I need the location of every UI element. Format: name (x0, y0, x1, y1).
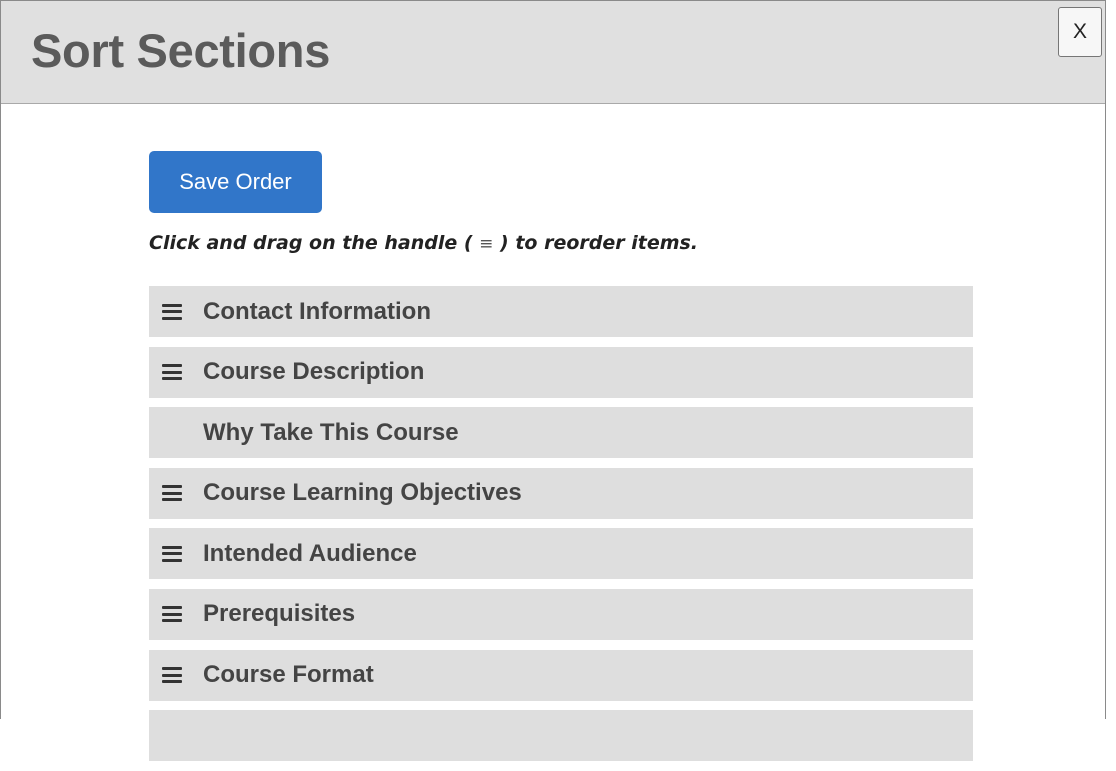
drag-handle-bar (162, 606, 182, 610)
drag-handle-bar (162, 558, 182, 562)
drag-handle-bar (162, 316, 182, 320)
drag-handle-bar (162, 680, 182, 684)
drag-handle-bar (162, 377, 182, 381)
section-item-label: Course Description (203, 358, 425, 386)
drag-handle-icon[interactable] (162, 667, 182, 684)
drag-handle-icon[interactable] (162, 303, 182, 320)
drag-handle-icon[interactable] (162, 545, 182, 562)
drag-handle-bar (162, 673, 182, 677)
section-item (149, 710, 973, 762)
sort-sections-dialog: Sort Sections Save Order Click and drag … (0, 0, 1106, 762)
section-item-label: Course Format (203, 661, 374, 689)
drag-handle-icon[interactable] (162, 485, 182, 502)
instructions-text-after: ) to reorder items. (493, 232, 699, 254)
section-item-label: Course Learning Objectives (203, 479, 522, 507)
handle-spacer (162, 728, 182, 744)
drag-handle-bar (162, 619, 182, 623)
section-item[interactable]: Intended Audience (149, 528, 973, 580)
section-item[interactable]: Course Learning Objectives (149, 467, 973, 519)
drag-handle-bar (162, 552, 182, 556)
drag-handle-bar (162, 667, 182, 671)
section-item[interactable]: Contact Information (149, 286, 973, 337)
section-item-label: Why Take This Course (203, 418, 459, 446)
drag-handle-bar (162, 310, 182, 313)
drag-handle-icon[interactable] (162, 606, 182, 623)
instructions-text-before: Click and drag on the handle ( (149, 232, 480, 254)
section-item[interactable]: Course Format (149, 649, 973, 701)
drag-handle-bar (162, 491, 182, 495)
section-list: Contact Information Course Description Why… (149, 286, 973, 771)
drag-handle-bar (162, 498, 182, 502)
close-button[interactable]: X (1058, 7, 1102, 57)
drag-handle-bar (162, 545, 182, 549)
reorder-instructions: Click and drag on the handle ( ≡ ) to re… (149, 229, 698, 258)
drag-handle-bar (162, 612, 182, 616)
drag-handle-bar (162, 485, 182, 489)
dialog-title: Sort Sections (31, 24, 331, 77)
save-order-button[interactable]: Save Order (149, 151, 322, 213)
section-item-label: Contact Information (203, 297, 431, 325)
drag-handle-bar (162, 370, 182, 374)
handle-glyph-icon: ≡ (479, 234, 494, 254)
drag-handle-bar (162, 303, 182, 307)
drag-handle-bar (162, 364, 182, 368)
section-item-label: Prerequisites (203, 600, 356, 628)
handle-spacer (162, 425, 182, 441)
dialog-header: Sort Sections (1, 1, 1105, 104)
section-item-label: Intended Audience (203, 539, 417, 567)
close-icon: X (1072, 20, 1087, 43)
section-item: Why Take This Course (149, 407, 973, 459)
section-item[interactable]: Course Description (149, 346, 973, 398)
drag-handle-icon[interactable] (162, 364, 182, 381)
section-item[interactable]: Prerequisites (149, 588, 973, 640)
